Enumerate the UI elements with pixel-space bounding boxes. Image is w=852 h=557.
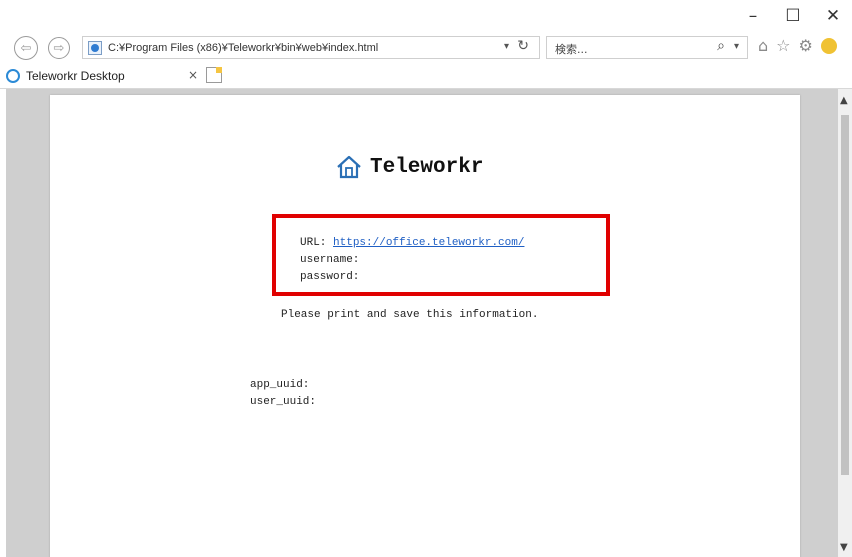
scroll-up-icon[interactable]: ▲ <box>840 95 848 106</box>
house-icon <box>337 155 361 179</box>
content-viewport: Teleworkr URL: https://office.teleworkr.… <box>6 89 838 557</box>
url-label: URL: <box>300 237 327 249</box>
minimize-button[interactable]: – <box>742 6 764 26</box>
password-label: password: <box>300 271 360 283</box>
feedback-smiley-icon[interactable] <box>820 38 837 54</box>
page-icon <box>88 40 102 55</box>
tab-title: Teleworkr Desktop <box>26 69 125 83</box>
new-tab-button[interactable] <box>206 67 222 83</box>
ie-favicon-icon <box>6 69 20 83</box>
tab-bar: Teleworkr Desktop × <box>0 64 852 89</box>
username-label: username: <box>300 254 360 266</box>
uuid-block: app_uuid: user_uuid: <box>250 377 316 411</box>
back-arrow-icon: ⇦ <box>20 40 32 56</box>
forward-arrow-icon: ⇨ <box>53 40 65 56</box>
window-controls: – ☐ ✕ <box>742 6 844 26</box>
tools-gear-icon[interactable]: ⚙ <box>799 36 813 55</box>
vertical-scrollbar[interactable]: ▲ ▼ <box>838 89 852 557</box>
brand-header: Teleworkr <box>336 155 483 179</box>
scroll-down-icon[interactable]: ▼ <box>840 542 848 553</box>
forward-button[interactable]: ⇨ <box>48 37 70 59</box>
search-dropdown-icon[interactable]: ▾ <box>734 41 739 52</box>
maximize-button[interactable]: ☐ <box>782 6 804 26</box>
tab-teleworkr-desktop[interactable]: Teleworkr Desktop × <box>0 64 200 88</box>
browser-toolbar: ⇦ ⇨ C:¥Program Files (x86)¥Teleworkr¥bin… <box>0 34 852 64</box>
document-page: Teleworkr URL: https://office.teleworkr.… <box>50 95 800 557</box>
search-box[interactable]: 検索... ⌕ ▾ <box>546 36 748 59</box>
scroll-thumb[interactable] <box>841 115 849 475</box>
brand-name: Teleworkr <box>370 155 484 179</box>
address-dropdown-icon[interactable]: ▾ <box>504 41 509 52</box>
address-text[interactable]: C:¥Program Files (x86)¥Teleworkr¥bin¥web… <box>108 42 378 54</box>
favorites-icon[interactable]: ☆ <box>776 36 790 55</box>
toolbar-icons: ⌂ ☆ ⚙ <box>758 36 837 55</box>
credentials-block: URL: https://office.teleworkr.com/ usern… <box>300 235 524 286</box>
app-uuid-label: app_uuid: <box>250 379 310 391</box>
search-icon[interactable]: ⌕ <box>717 38 725 54</box>
search-placeholder[interactable]: 検索... <box>555 41 588 57</box>
address-bar[interactable]: C:¥Program Files (x86)¥Teleworkr¥bin¥web… <box>82 36 540 59</box>
url-row: URL: https://office.teleworkr.com/ <box>300 235 524 252</box>
refresh-icon[interactable]: ↻ <box>517 38 529 54</box>
close-window-button[interactable]: ✕ <box>822 6 844 26</box>
url-link[interactable]: https://office.teleworkr.com/ <box>333 237 524 249</box>
print-notice: Please print and save this information. <box>281 309 539 321</box>
back-button[interactable]: ⇦ <box>14 36 38 60</box>
tab-close-icon[interactable]: × <box>188 68 198 82</box>
home-icon[interactable]: ⌂ <box>758 36 768 55</box>
user-uuid-label: user_uuid: <box>250 396 317 408</box>
